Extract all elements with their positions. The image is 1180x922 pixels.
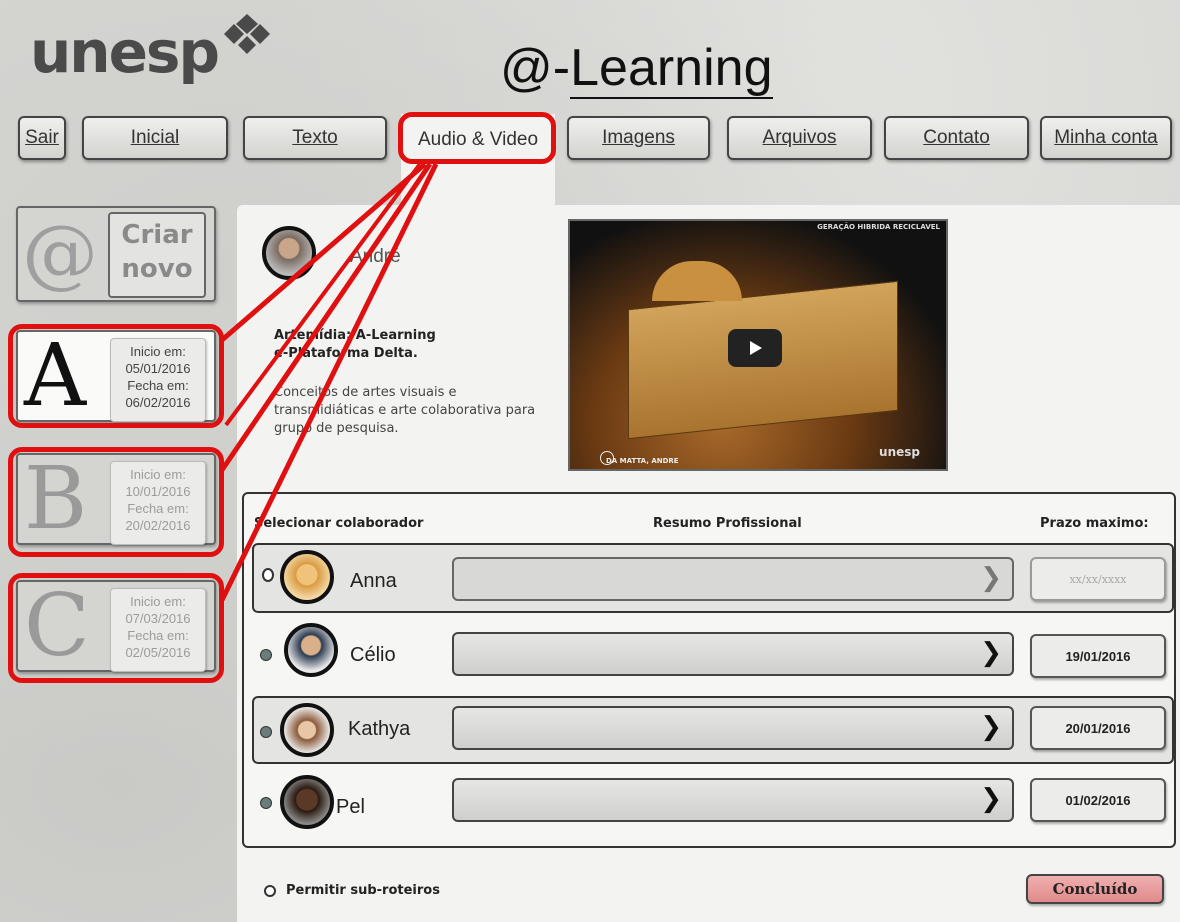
select-radio[interactable] [260, 726, 272, 738]
tab-contato[interactable]: Contato [884, 116, 1029, 160]
resumo-field[interactable]: ❯ [452, 706, 1014, 750]
author-watermark-icon [600, 451, 614, 465]
unesp-logo: unesp [30, 18, 220, 86]
chevron-right-icon: ❯ [980, 563, 1002, 593]
resumo-field[interactable]: ❯ [452, 632, 1014, 676]
tab-minha-conta[interactable]: Minha conta [1040, 116, 1172, 160]
video-top-caption: GERAÇÃO HIBRIDA RECICLAVEL [817, 223, 940, 231]
collaborator-name: Célio [350, 644, 396, 666]
annotation-highlight [8, 573, 224, 683]
prazo-field[interactable]: xx/xx/xxxx [1030, 557, 1166, 601]
create-new-button[interactable]: @ Criar novo [16, 206, 216, 302]
video-brand: unesp [879, 445, 920, 459]
project-title: Artemídia: A-Learning e-Plataforma Delta… [274, 328, 436, 361]
done-button[interactable]: Concluído [1026, 874, 1164, 904]
avatar [280, 703, 334, 757]
unesp-logo-mark-icon [224, 14, 270, 54]
play-icon[interactable] [728, 329, 782, 367]
tab-imagens[interactable]: Imagens [567, 116, 710, 160]
tab-texto[interactable]: Texto [243, 116, 387, 160]
tab-sair[interactable]: Sair [18, 116, 66, 160]
app-title: @-Learning [500, 39, 773, 99]
subroteiros-radio[interactable] [264, 885, 276, 897]
annotation-highlight [8, 324, 224, 428]
collaborator-name: Anna [350, 570, 397, 592]
at-icon: @ [22, 208, 98, 297]
video-bottom-caption: DA MATTA, ANDRE [606, 457, 679, 465]
select-radio[interactable] [260, 649, 272, 661]
col-prazo-header: Prazo maximo: [1040, 516, 1149, 531]
avatar [280, 775, 334, 829]
select-radio[interactable] [262, 568, 274, 582]
col-select-header: Selecionar colaborador [254, 516, 424, 531]
subroteiros-label: Permitir sub-roteiros [286, 883, 440, 898]
tab-arquivos[interactable]: Arquivos [727, 116, 872, 160]
resumo-field[interactable]: ❯ [452, 778, 1014, 822]
prazo-field[interactable]: 20/01/2016 [1030, 706, 1166, 750]
resumo-field[interactable]: ❯ [452, 557, 1014, 601]
author-name: André [350, 246, 401, 267]
create-new-label: Criar novo [108, 212, 206, 298]
annotation-highlight [8, 447, 224, 557]
tab-inicial[interactable]: Inicial [82, 116, 228, 160]
col-resumo-header: Resumo Profissional [653, 516, 802, 531]
project-description: Conceitos de artes visuais e transmidiát… [274, 385, 536, 436]
prazo-field[interactable]: 19/01/2016 [1030, 634, 1166, 678]
collaborator-name: Kathya [348, 718, 411, 740]
chevron-right-icon: ❯ [980, 638, 1002, 668]
chevron-right-icon: ❯ [980, 784, 1002, 814]
video-player[interactable]: GERAÇÃO HIBRIDA RECICLAVEL DA MATTA, AND… [568, 219, 948, 471]
author-avatar [262, 226, 316, 280]
annotation-highlight [398, 112, 556, 164]
prazo-field[interactable]: 01/02/2016 [1030, 778, 1166, 822]
chevron-right-icon: ❯ [980, 712, 1002, 742]
select-radio[interactable] [260, 797, 272, 809]
collaborator-name: Pel [336, 796, 365, 818]
avatar [284, 623, 338, 677]
avatar [280, 550, 334, 604]
